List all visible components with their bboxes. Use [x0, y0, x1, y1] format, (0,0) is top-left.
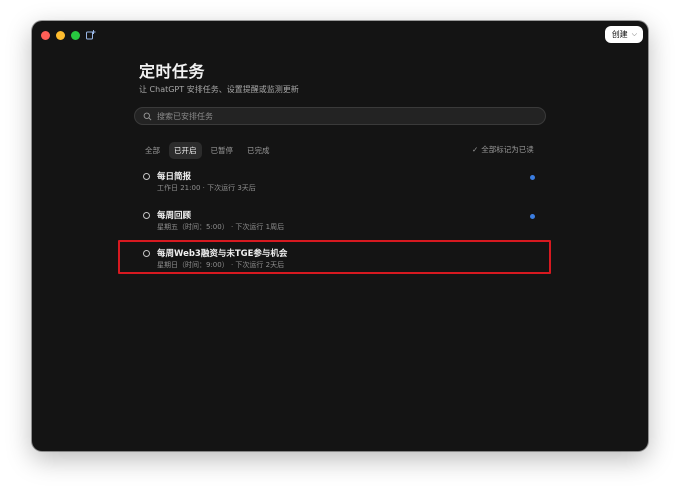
task-meta: 星期五（时间：5:00） · 下次运行 1周后	[157, 223, 285, 231]
tab-paused[interactable]: 已暂停	[206, 142, 239, 159]
task-radio-icon[interactable]	[143, 212, 150, 219]
checkmark-icon: ✓	[472, 145, 479, 154]
task-schedule: 工作日 21:00	[157, 184, 201, 192]
search-bar[interactable]	[134, 107, 546, 125]
unread-dot-icon	[530, 175, 535, 180]
filter-tabs: 全部 已开启 已暂停 已完成	[140, 142, 275, 159]
task-meta: 工作日 21:00 · 下次运行 3天后	[157, 184, 256, 192]
search-input[interactable]	[157, 111, 517, 121]
unread-dot-icon	[530, 214, 535, 219]
mark-all-read-label: 全部标记为已读	[481, 145, 534, 154]
close-window-button[interactable]	[41, 31, 50, 40]
create-button[interactable]: 创建 ⌵	[604, 26, 643, 43]
tab-completed[interactable]: 已完成	[242, 142, 275, 159]
new-chat-icon[interactable]	[85, 29, 97, 41]
tab-all[interactable]: 全部	[140, 142, 165, 159]
app-window: 创建 ⌵ 定时任务 让 ChatGPT 安排任务、设置提醒或监测更新 全部 已开…	[32, 21, 648, 451]
zoom-window-button[interactable]	[71, 31, 80, 40]
task-meta: 星期日（时间：9:00） · 下次运行 2天后	[157, 261, 285, 269]
mark-all-read-button[interactable]: ✓ 全部标记为已读	[472, 144, 534, 155]
task-item[interactable]: 每周Web3融资与未TGE参与机会 星期日（时间：9:00） · 下次运行 2天…	[142, 247, 542, 281]
task-next-run: 下次运行 2天后	[235, 261, 285, 269]
chevron-down-icon: ⌵	[631, 30, 637, 38]
task-radio-icon[interactable]	[143, 250, 150, 257]
page-title: 定时任务	[139, 62, 206, 81]
task-item[interactable]: 每日简报 工作日 21:00 · 下次运行 3天后	[142, 170, 542, 204]
task-name: 每日简报	[157, 172, 192, 182]
page-subtitle: 让 ChatGPT 安排任务、设置提醒或监测更新	[139, 85, 299, 94]
task-next-run: 下次运行 1周后	[235, 223, 285, 231]
task-schedule: 星期日（时间：9:00）	[157, 261, 229, 269]
window-controls	[41, 31, 80, 40]
task-name: 每周回顾	[157, 211, 192, 221]
task-schedule: 星期五（时间：5:00）	[157, 223, 229, 231]
minimize-window-button[interactable]	[56, 31, 65, 40]
task-next-run: 下次运行 3天后	[207, 184, 256, 192]
task-item[interactable]: 每周回顾 星期五（时间：5:00） · 下次运行 1周后	[142, 209, 542, 243]
search-icon	[143, 112, 152, 120]
task-radio-icon[interactable]	[143, 173, 150, 180]
task-name: 每周Web3融资与未TGE参与机会	[157, 249, 288, 259]
tab-active[interactable]: 已开启	[169, 142, 202, 159]
create-button-label: 创建	[611, 30, 628, 39]
